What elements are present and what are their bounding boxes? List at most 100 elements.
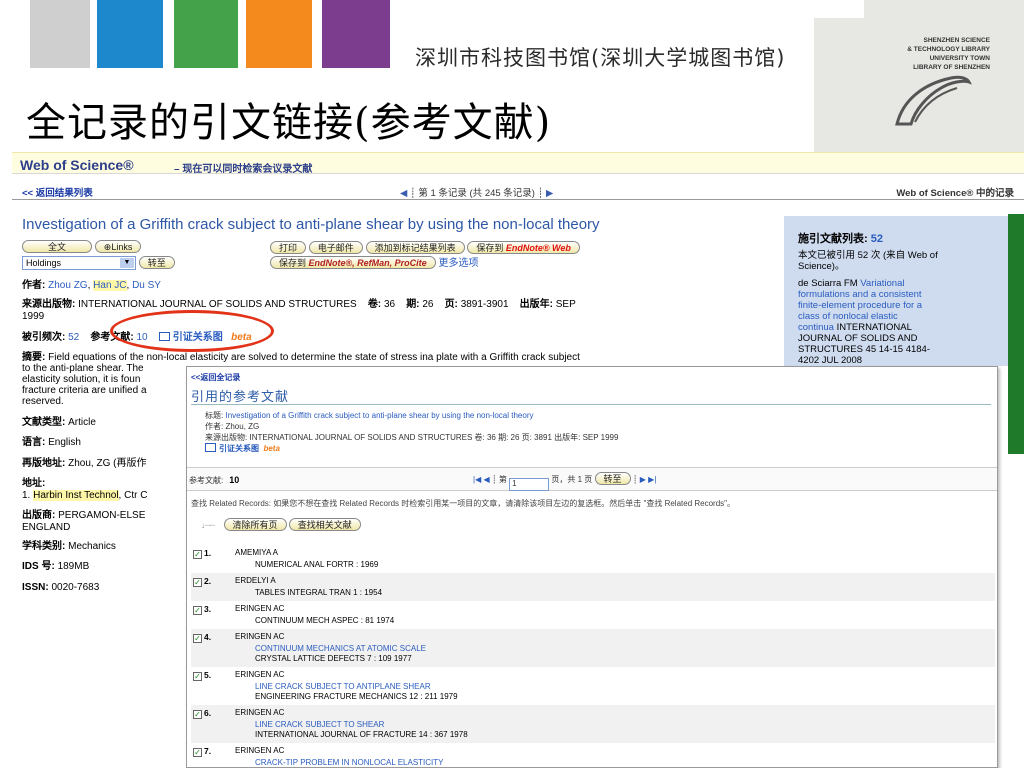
cited-record-meta: 标题: Investigation of a Griffith crack su…: [205, 411, 619, 453]
reference-author: ERINGEN AC: [235, 604, 285, 613]
reference-checkbox[interactable]: ✓: [193, 634, 202, 643]
publisher-row: 出版商: PERGAMON-ELSE ENGLAND: [22, 510, 146, 533]
save-to-refman-button[interactable]: 保存到 EndNote®, RefMan, ProCite: [270, 256, 436, 269]
reference-source: INTERNATIONAL JOURNAL OF FRACTURE 14 : 3…: [255, 730, 468, 739]
back-to-full-record-link[interactable]: <<返回全记录: [191, 372, 240, 383]
citation-map-icon: [205, 443, 216, 452]
first-page-icon[interactable]: |◀: [473, 475, 481, 484]
find-related-button[interactable]: 查找相关文献: [288, 518, 361, 531]
reference-author: ERINGEN AC: [235, 746, 285, 755]
times-cited-link[interactable]: 52: [68, 332, 79, 343]
author-link[interactable]: Han JC: [93, 280, 127, 291]
references-pager: |◀ ◀ ┊ 第 1 页，共 1 页 转至 ┊ ▶ ▶|: [473, 472, 656, 491]
prev-page-icon[interactable]: ◀: [483, 475, 489, 484]
citing-articles-panel: 施引文献列表: 52 本文已被引用 52 次 (来自 Web of Scienc…: [784, 216, 1016, 366]
holdings-select[interactable]: Holdings ▼: [22, 256, 136, 270]
library-logo-text: SHENZHEN SCIENCE & TECHNOLOGY LIBRARY UN…: [907, 37, 990, 71]
reference-title-link[interactable]: CRACK-TIP PROBLEM IN NONLOCAL ELASTICITY: [255, 758, 995, 767]
reference-title-link[interactable]: LINE CRACK SUBJECT TO ANTIPLANE SHEAR: [255, 682, 995, 692]
author-link[interactable]: Du SY: [132, 280, 161, 291]
goto-page-button[interactable]: 转至: [594, 472, 631, 485]
header-color-bar-green: [174, 0, 238, 68]
save-to-endnote-web-button[interactable]: 保存到 EndNote® Web: [467, 241, 580, 254]
reference-number: 2.: [204, 576, 212, 586]
reference-author: ERDELYI A: [235, 576, 276, 585]
reference-checkbox[interactable]: ✓: [193, 550, 202, 559]
popup-citation-map-link[interactable]: 引证关系图: [219, 444, 259, 453]
wos-header: Web of Science® – 现在可以同时检索会议录文献: [12, 152, 1024, 175]
page-number-input[interactable]: 1: [509, 478, 550, 491]
reference-checkbox[interactable]: ✓: [193, 672, 202, 681]
reference-item: ✓ 3. ERINGEN AC CONTINUUM MECH ASPEC : 81 1…: [191, 601, 995, 629]
wos-brand: Web of Science®: [20, 157, 134, 173]
add-to-marked-list-button[interactable]: 添加到标记结果列表: [365, 241, 465, 254]
fulltext-row: 全文 ⊕Links: [22, 240, 142, 254]
reference-number: 6.: [204, 708, 212, 718]
print-button[interactable]: 打印: [270, 241, 307, 254]
prev-record-icon[interactable]: ◀: [400, 188, 407, 199]
last-page-icon[interactable]: ▶|: [648, 475, 656, 484]
holdings-row: Holdings ▼ 转至: [22, 256, 175, 270]
library-logo-swoosh-icon: [895, 75, 972, 126]
email-button[interactable]: 电子邮件: [308, 241, 363, 254]
links-button[interactable]: ⊕Links: [94, 240, 142, 253]
cited-references-window: <<返回全记录 引用的参考文献 标题: Investigation of a G…: [186, 366, 998, 768]
reference-item: ✓ 2. ERDELYI A TABLES INTEGRAL TRAN 1 : 195…: [191, 573, 995, 601]
issn-row: ISSN: 0020-7683: [22, 582, 100, 593]
reference-author: AMEMIYA A: [235, 548, 278, 557]
library-name: 深圳市科技图书馆(深圳大学城图书馆): [415, 46, 786, 70]
author-link[interactable]: Zhou ZG: [48, 280, 87, 291]
highlight-circle: [110, 310, 274, 352]
reference-checkbox[interactable]: ✓: [193, 748, 202, 757]
next-page-icon[interactable]: ▶: [640, 475, 646, 484]
article-title: Investigation of a Griffith crack subjec…: [22, 216, 600, 233]
citing-count-link[interactable]: 52: [871, 233, 883, 245]
authors-row: 作者: Zhou ZG, Han JC, Du SY: [22, 280, 161, 291]
reference-source: CRYSTAL LATTICE DEFECTS 7 : 109 1977: [255, 654, 412, 663]
reference-title-link[interactable]: LINE CRACK SUBJECT TO SHEAR: [255, 720, 995, 730]
reference-item: ✓ 7. ERINGEN AC CRACK-TIP PROBLEM IN NONLOC…: [191, 743, 995, 767]
doc-type-row: 文献类型: Article: [22, 417, 96, 428]
reference-checkbox[interactable]: ✓: [193, 710, 202, 719]
citing-article-item: de Sciarra FM Variational formulations an…: [798, 278, 930, 366]
reference-checkbox[interactable]: ✓: [193, 606, 202, 615]
reference-number: 5.: [204, 670, 212, 680]
reference-source: ENGINEERING FRACTURE MECHANICS 12 : 211 …: [255, 692, 458, 701]
reference-item: ✓ 1. AMEMIYA A NUMERICAL ANAL FORTR : 1969: [191, 545, 995, 573]
reference-source: NUMERICAL ANAL FORTR : 1969: [255, 560, 379, 569]
record-pager: ◀ ┊ 第 1 条记录 (共 245 条记录) ┊ ▶: [400, 188, 554, 199]
ids-row: IDS 号: 189MB: [22, 561, 90, 572]
next-record-icon[interactable]: ▶: [546, 188, 553, 199]
record-nav-bar: << 返回结果列表 ◀ ┊ 第 1 条记录 (共 245 条记录) ┊ ▶ We…: [12, 182, 1024, 200]
goto-button[interactable]: 转至: [138, 256, 175, 269]
reference-source: CONTINUUM MECH ASPEC : 81 1974: [255, 616, 395, 625]
reference-item: ✓ 5. ERINGEN AC LINE CRACK SUBJECT TO ANTIP…: [191, 667, 995, 705]
address-row: 地址: 1. Harbin Inst Technol, Ctr C: [22, 478, 148, 501]
reprint-row: 再版地址: Zhou, ZG (再版作: [22, 458, 147, 469]
related-records-note: 查找 Related Records: 如果您不想在查找 Related Rec…: [191, 499, 735, 508]
references-pager-bar: 参考文献: 10 |◀ ◀ ┊ 第 1 页，共 1 页 转至 ┊ ▶ ▶|: [187, 467, 997, 491]
reference-checkbox[interactable]: ✓: [193, 578, 202, 587]
more-options-link[interactable]: 更多选项: [438, 258, 478, 269]
slide-title: 全记录的引文链接(参考文献): [26, 100, 552, 146]
cited-references-heading: 引用的参考文献: [191, 389, 290, 404]
header-color-bar-blue: [97, 0, 163, 68]
chevron-down-icon: ▼: [120, 258, 134, 268]
language-row: 语言: English: [22, 437, 81, 448]
fulltext-button[interactable]: 全文: [22, 240, 92, 253]
reference-title-link[interactable]: CONTINUUM MECHANICS AT ATOMIC SCALE: [255, 644, 995, 654]
reference-item: ✓ 4. ERINGEN AC CONTINUUM MECHANICS AT ATOM…: [191, 629, 995, 667]
subject-row: 学科类别: Mechanics: [22, 541, 116, 552]
reference-source: TABLES INTEGRAL TRAN 1 : 1954: [255, 588, 383, 597]
reference-number: 3.: [204, 604, 212, 614]
record-pager-text: 第 1 条记录 (共 245 条记录): [418, 188, 535, 199]
reference-author: ERINGEN AC: [235, 708, 285, 717]
reference-author: ERINGEN AC: [235, 632, 285, 641]
reference-author: ERINGEN AC: [235, 670, 285, 679]
back-to-results-link[interactable]: << 返回结果列表: [22, 185, 93, 199]
clear-all-pages-button[interactable]: 清除所有页: [223, 518, 287, 531]
actions-row-1: 打印 电子邮件 添加到标记结果列表 保存到 EndNote® Web: [270, 241, 580, 255]
header-color-bar-gray: [30, 0, 90, 68]
reference-number: 4.: [204, 632, 212, 642]
reference-actions: ↓┈┈ 清除所有页 查找相关文献: [201, 518, 361, 531]
